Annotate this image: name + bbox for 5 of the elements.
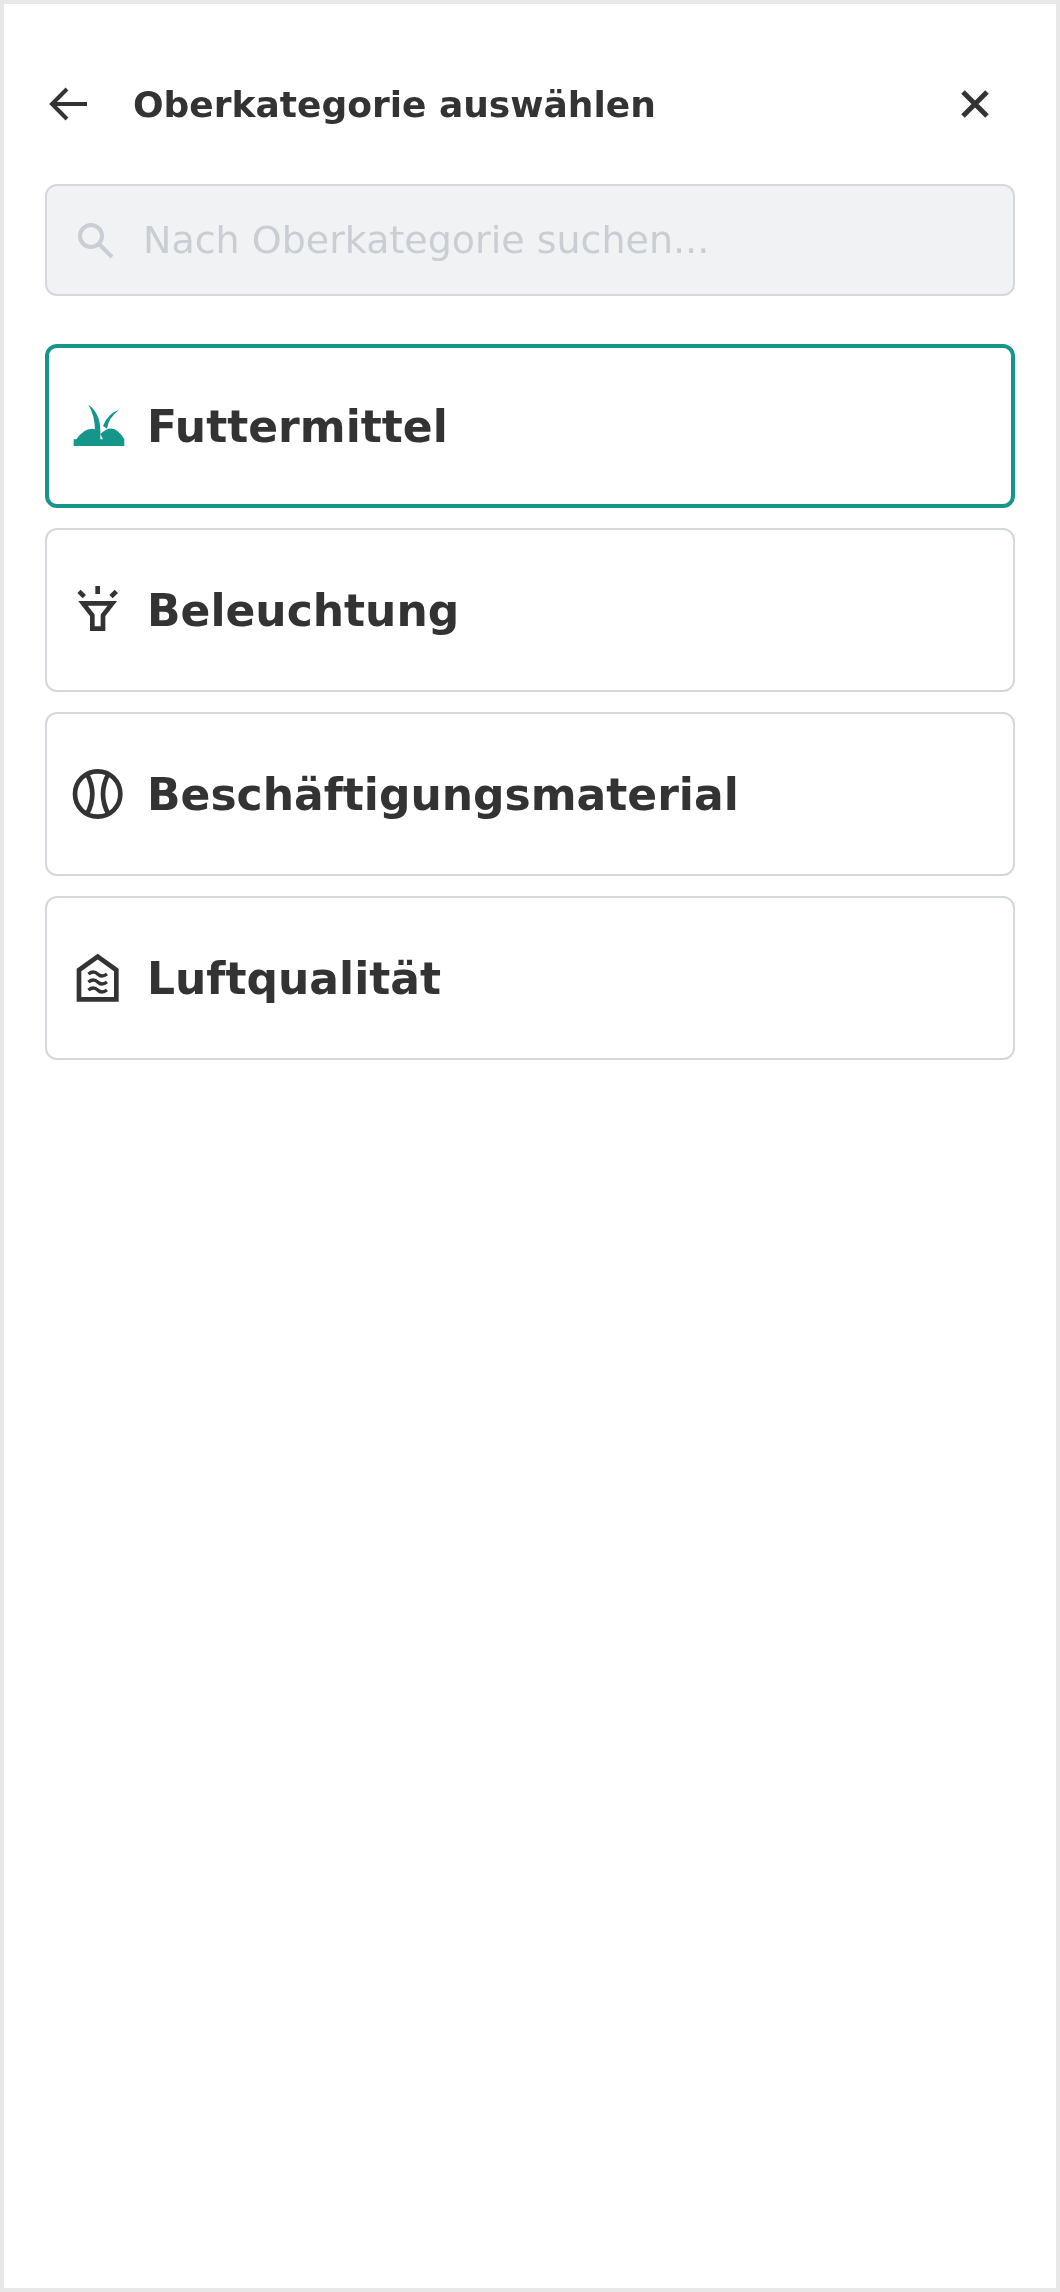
category-item[interactable]: Futtermittel bbox=[45, 344, 1015, 508]
page-title: Oberkategorie auswählen bbox=[133, 83, 657, 125]
category-item[interactable]: Beleuchtung bbox=[45, 528, 1015, 692]
category-item[interactable]: Luftqualität bbox=[45, 896, 1015, 1060]
category-item[interactable]: Beschäftigungsmaterial bbox=[45, 712, 1015, 876]
